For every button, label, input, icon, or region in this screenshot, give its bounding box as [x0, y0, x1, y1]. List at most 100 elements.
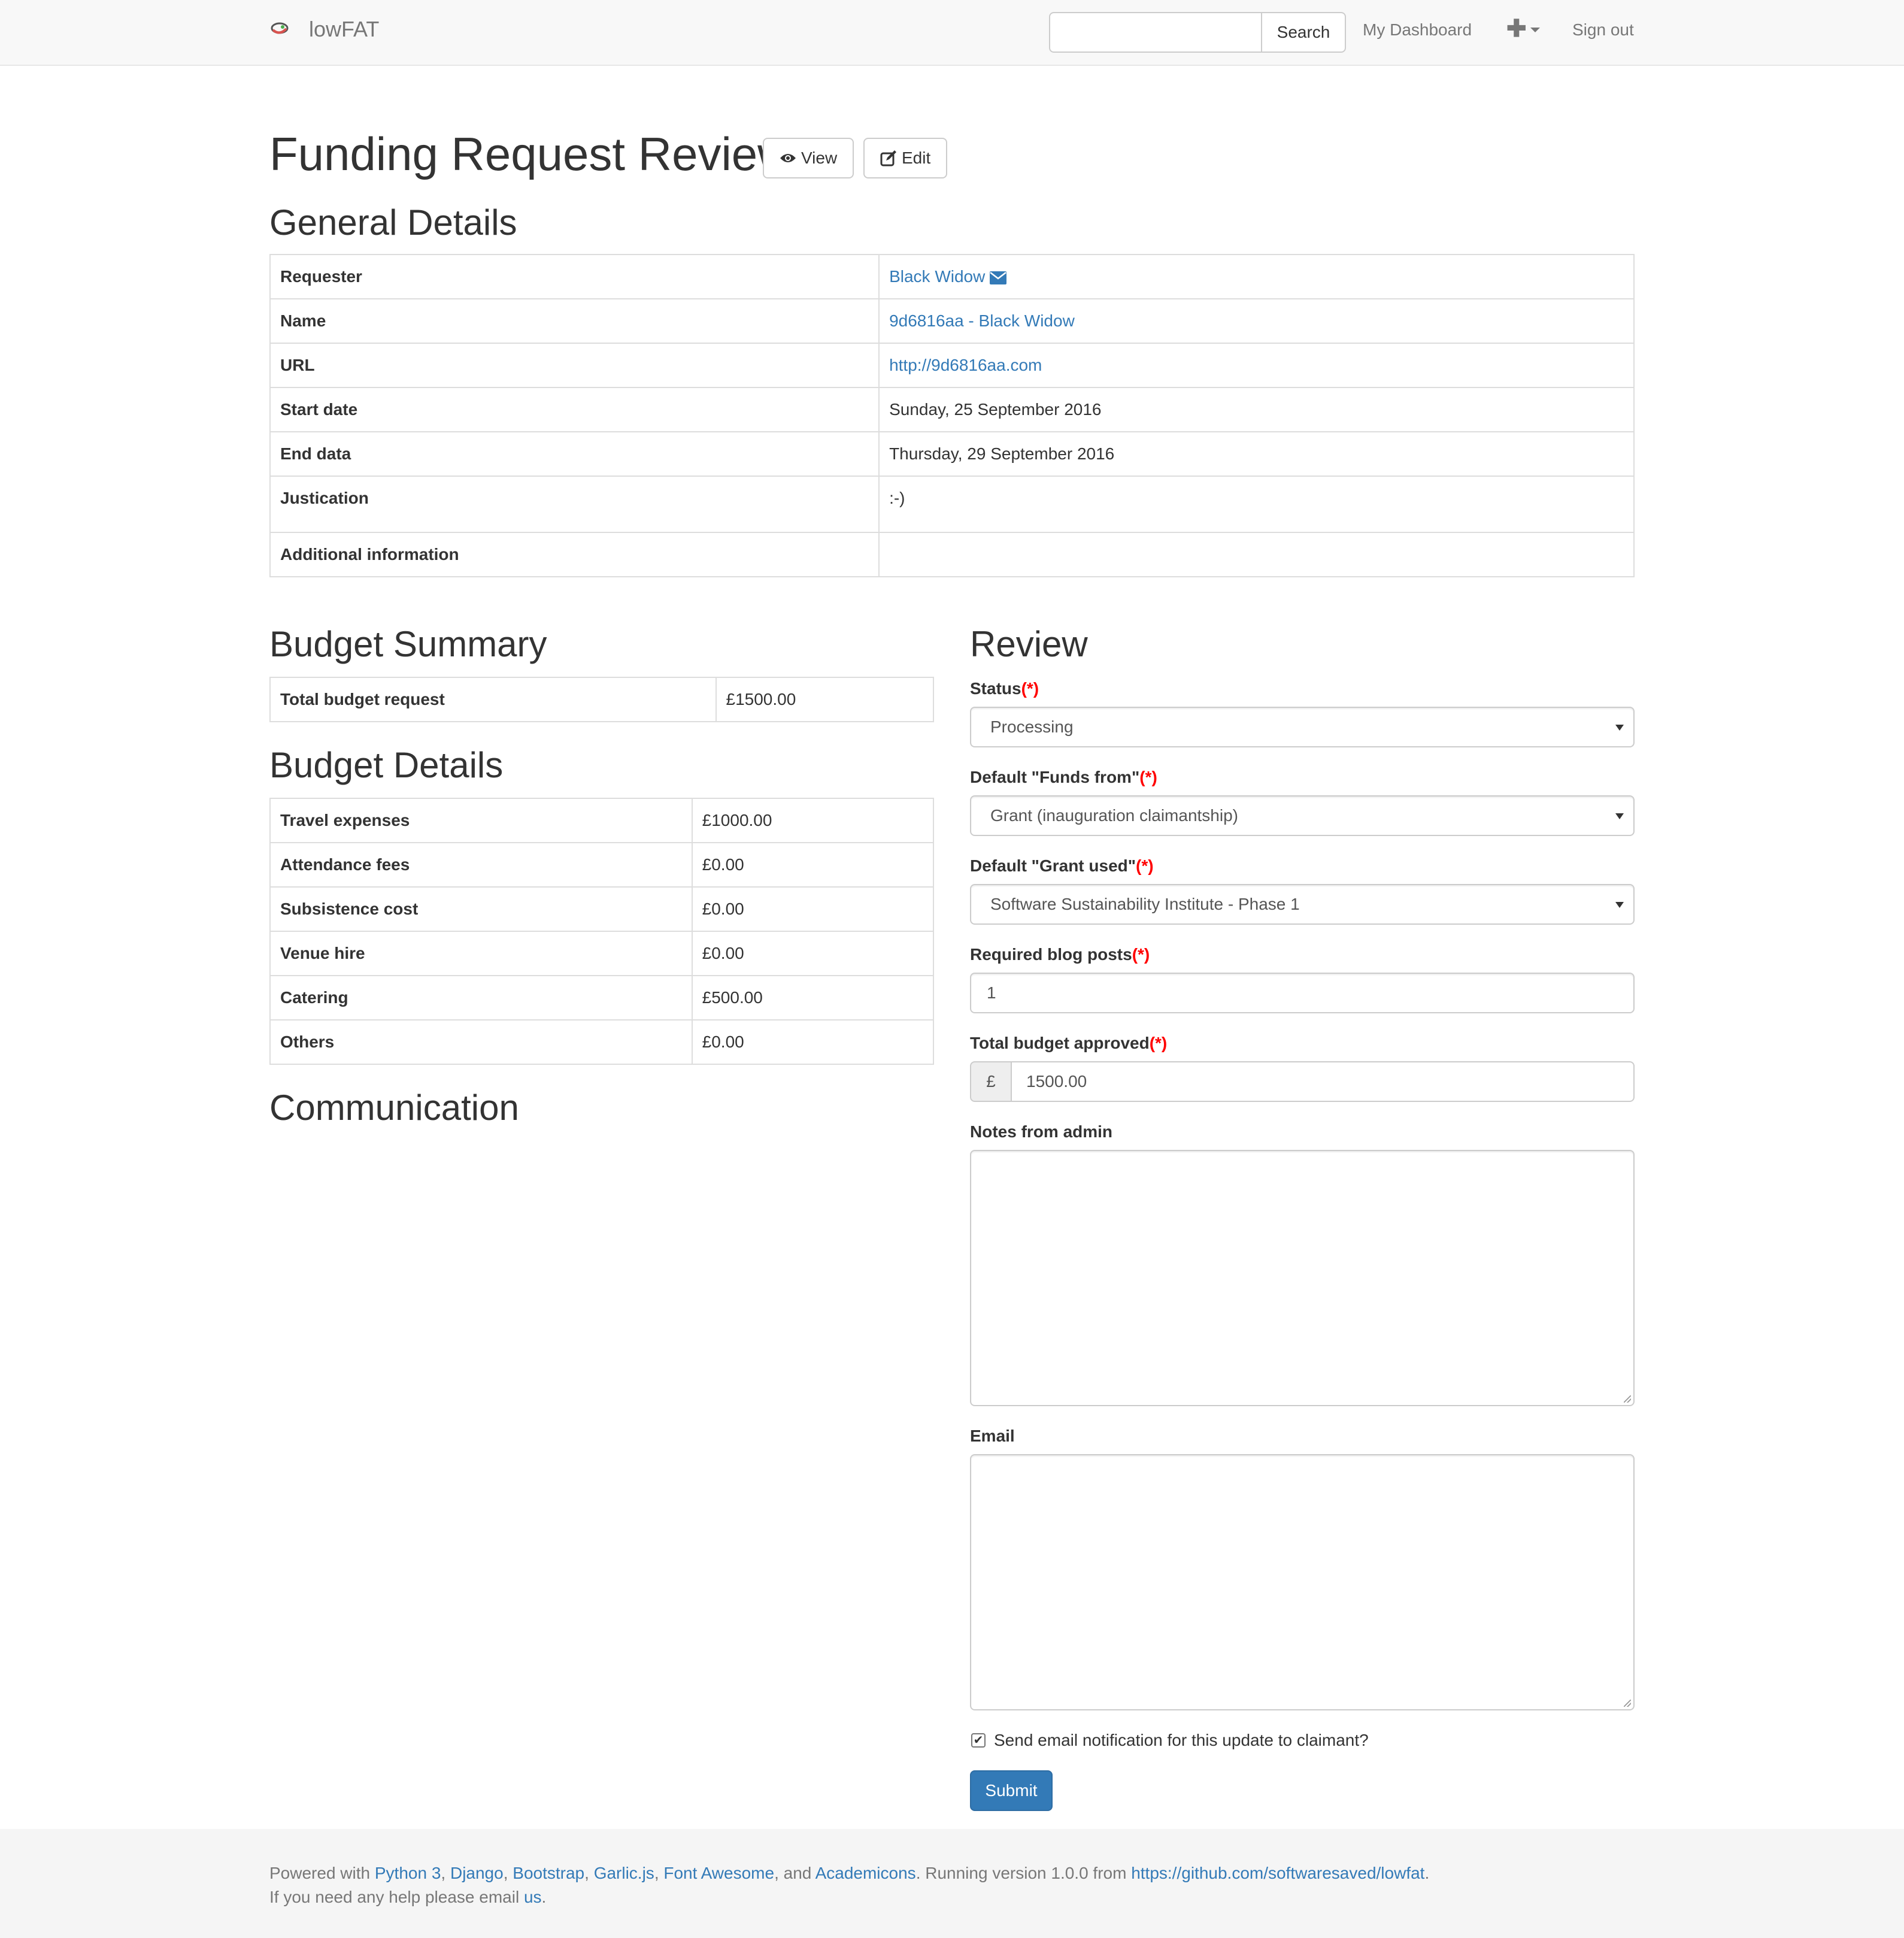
budget-details-heading: Budget Details: [269, 745, 504, 785]
status-select[interactable]: Processing: [970, 707, 1635, 747]
additional-info-label: Additional information: [269, 532, 880, 577]
plus-icon: ✚: [1506, 16, 1527, 42]
view-button-label: View: [801, 149, 838, 167]
attendance-fees-value: £0.00: [691, 842, 935, 888]
table-row: Travel expenses £1000.00: [269, 798, 935, 843]
bootstrap-link[interactable]: Bootstrap: [513, 1864, 584, 1882]
table-row: Requester Black Widow: [269, 254, 1635, 299]
required-mark: (*): [1149, 1034, 1168, 1052]
submit-button[interactable]: Submit: [970, 1770, 1053, 1811]
name-value: 9d6816aa - Black Widow: [878, 298, 1635, 344]
footer-help: If you need any help please email us.: [269, 1888, 547, 1906]
caret-down-icon: [1530, 28, 1540, 32]
url-link[interactable]: http://9d6816aa.com: [889, 356, 1042, 374]
budget-details-table: Travel expenses £1000.00 Attendance fees…: [269, 798, 935, 1065]
table-row: Name 9d6816aa - Black Widow: [269, 298, 1635, 344]
notes-label: Notes from admin: [970, 1122, 1113, 1141]
resize-handle-icon[interactable]: [1624, 1700, 1631, 1707]
requester-label: Requester: [269, 254, 880, 299]
notes-textarea[interactable]: [970, 1150, 1635, 1406]
font-awesome-link[interactable]: Font Awesome: [663, 1864, 774, 1882]
dropdown-arrow-icon: [1615, 813, 1624, 819]
edit-icon: [880, 150, 896, 166]
budget-approved-label: Total budget approved(*): [970, 1034, 1168, 1052]
view-button[interactable]: View: [763, 138, 854, 178]
requester-link[interactable]: Black Widow: [889, 267, 985, 286]
eye-icon: [780, 154, 796, 162]
name-link[interactable]: 9d6816aa - Black Widow: [889, 311, 1075, 330]
sign-out-link[interactable]: Sign out: [1572, 18, 1634, 42]
venue-hire-value: £0.00: [691, 931, 935, 976]
funds-from-select[interactable]: Grant (inauguration claimantship): [970, 795, 1635, 836]
footer-credits: Powered with Python 3, Django, Bootstrap…: [269, 1864, 1430, 1882]
status-label: Status(*): [970, 679, 1039, 698]
others-label: Others: [269, 1019, 693, 1065]
communication-heading: Communication: [269, 1088, 519, 1128]
github-repo-link[interactable]: https://github.com/softwaresaved/lowfat: [1131, 1864, 1424, 1882]
start-date-label: Start date: [269, 387, 880, 432]
subsistence-cost-label: Subsistence cost: [269, 886, 693, 932]
status-select-value: Processing: [990, 717, 1074, 736]
travel-expenses-label: Travel expenses: [269, 798, 693, 843]
footer: Powered with Python 3, Django, Bootstrap…: [0, 1829, 1904, 1938]
logo-icon[interactable]: [271, 22, 289, 35]
subsistence-cost-value: £0.00: [691, 886, 935, 932]
others-value: £0.00: [691, 1019, 935, 1065]
total-budget-request-value: £1500.00: [715, 677, 935, 722]
edit-button-label: Edit: [902, 149, 931, 167]
end-date-label: End data: [269, 431, 880, 477]
my-dashboard-link[interactable]: My Dashboard: [1363, 18, 1472, 42]
garlic-link[interactable]: Garlic.js: [594, 1864, 654, 1882]
budget-summary-heading: Budget Summary: [269, 624, 547, 664]
budget-approved-input[interactable]: 1500.00: [1011, 1061, 1635, 1102]
brand-link[interactable]: lowFAT: [309, 16, 379, 43]
grant-used-select-value: Software Sustainability Institute - Phas…: [990, 895, 1300, 913]
email-textarea[interactable]: [970, 1454, 1635, 1710]
academicons-link[interactable]: Academicons: [815, 1864, 916, 1882]
notify-checkbox[interactable]: ✔: [971, 1733, 986, 1748]
table-row: URL http://9d6816aa.com: [269, 343, 1635, 388]
grant-used-select[interactable]: Software Sustainability Institute - Phas…: [970, 884, 1635, 925]
url-label: URL: [269, 343, 880, 388]
python-link[interactable]: Python 3: [375, 1864, 441, 1882]
general-details-table: Requester Black Widow Name 9d6816aa - Bl…: [269, 254, 1635, 577]
funds-from-label: Default "Funds from"(*): [970, 768, 1157, 786]
attendance-fees-label: Attendance fees: [269, 842, 693, 888]
email-label: Email: [970, 1427, 1015, 1445]
budget-summary-table: Total budget request £1500.00: [269, 677, 935, 722]
notify-label[interactable]: Send email notification for this update …: [994, 1730, 1369, 1751]
django-link[interactable]: Django: [450, 1864, 504, 1882]
table-row: Subsistence cost £0.00: [269, 886, 935, 932]
travel-expenses-value: £1000.00: [691, 798, 935, 843]
review-heading: Review: [970, 624, 1088, 664]
currency-addon: £: [970, 1061, 1012, 1102]
required-mark: (*): [1139, 768, 1157, 786]
edit-button[interactable]: Edit: [863, 138, 948, 178]
start-date-value: Sunday, 25 September 2016: [878, 387, 1635, 432]
funds-from-select-value: Grant (inauguration claimantship): [990, 806, 1238, 825]
venue-hire-label: Venue hire: [269, 931, 693, 976]
blog-posts-input[interactable]: 1: [970, 973, 1635, 1013]
table-row: Venue hire £0.00: [269, 931, 935, 976]
required-mark: (*): [1136, 856, 1154, 875]
search-input[interactable]: [1049, 12, 1262, 53]
justification-value: :-): [878, 476, 1635, 533]
required-mark: (*): [1021, 679, 1039, 698]
resize-handle-icon[interactable]: [1624, 1395, 1631, 1403]
catering-label: Catering: [269, 975, 693, 1021]
new-menu-dropdown[interactable]: ✚: [1506, 17, 1540, 41]
email-us-link[interactable]: us: [524, 1888, 542, 1906]
navbar: lowFAT Search My Dashboard ✚ Sign out: [0, 0, 1904, 66]
table-row: Start date Sunday, 25 September 2016: [269, 387, 1635, 432]
table-row: Others £0.00: [269, 1019, 935, 1065]
requester-value: Black Widow: [878, 254, 1635, 299]
table-row: Attendance fees £0.00: [269, 842, 935, 888]
catering-value: £500.00: [691, 975, 935, 1021]
end-date-value: Thursday, 29 September 2016: [878, 431, 1635, 477]
search-button[interactable]: Search: [1261, 12, 1346, 53]
url-value: http://9d6816aa.com: [878, 343, 1635, 388]
total-budget-request-label: Total budget request: [269, 677, 717, 722]
check-icon: ✔: [973, 1734, 984, 1747]
additional-info-value: [878, 532, 1635, 577]
envelope-icon[interactable]: [990, 271, 1007, 284]
